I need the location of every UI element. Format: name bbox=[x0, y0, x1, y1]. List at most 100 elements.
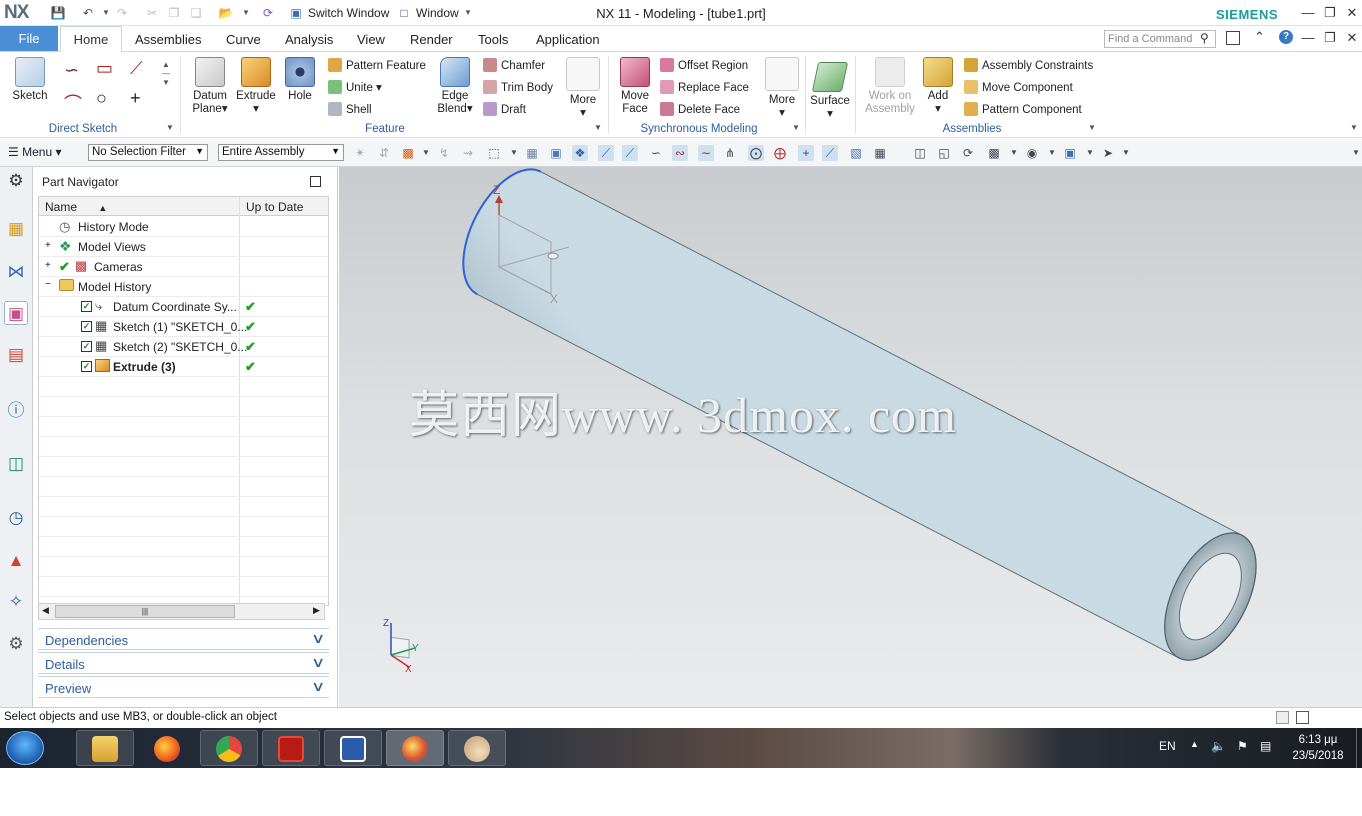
selection-scope-dropdown[interactable]: Entire Assembly ▼ bbox=[218, 144, 344, 161]
tree-row-model-history[interactable]: − Model History bbox=[39, 277, 328, 297]
draft-button[interactable]: Draft bbox=[483, 102, 526, 116]
select-feature-icon[interactable]: ▦ bbox=[524, 145, 540, 161]
restore-icon[interactable]: ❐ bbox=[1320, 4, 1340, 22]
snap-grid-icon[interactable]: ▦ bbox=[872, 145, 888, 161]
system-scenes-icon[interactable]: ⚙ bbox=[4, 632, 28, 656]
scrollbar-thumb[interactable]: ||| bbox=[55, 605, 235, 618]
tree-row-model-views[interactable]: + ❖ Model Views bbox=[39, 237, 328, 257]
flag-icon[interactable]: ⚑ bbox=[1237, 739, 1248, 753]
tab-tools[interactable]: Tools bbox=[478, 32, 508, 47]
collapse-icon[interactable]: − bbox=[45, 279, 51, 290]
work-on-assembly-button[interactable]: Work on Assembly bbox=[862, 57, 918, 116]
trim-body-button[interactable]: Trim Body bbox=[483, 80, 553, 94]
search-icon[interactable]: ⚲ bbox=[1200, 31, 1209, 45]
column-header-uptodate[interactable]: Up to Date bbox=[240, 197, 328, 216]
bounded-grid-icon[interactable]: ▧ bbox=[848, 145, 864, 161]
taskbar-explorer[interactable] bbox=[76, 730, 134, 766]
point-icon[interactable]: + bbox=[130, 88, 141, 109]
taskbar-acrobat[interactable] bbox=[262, 730, 320, 766]
curve-rule-icon[interactable]: ↯ bbox=[436, 145, 452, 161]
close-icon[interactable]: ✕ bbox=[1342, 4, 1362, 22]
point-on-face-icon[interactable]: ⨁ bbox=[772, 145, 788, 161]
tab-application[interactable]: Application bbox=[536, 32, 600, 47]
graphics-window[interactable]: Z X Z X Y 莫西网www. 3dmox. com bbox=[339, 167, 1362, 707]
edge-blend-button[interactable]: Edge Blend▾ bbox=[432, 57, 478, 116]
orient-view-icon[interactable]: ▩ bbox=[986, 145, 1002, 161]
preview-panel[interactable]: Preview ∨ bbox=[38, 676, 329, 698]
chamfer-button[interactable]: Chamfer bbox=[483, 58, 545, 72]
move-component-button[interactable]: Move Component bbox=[964, 80, 1073, 94]
tab-analysis[interactable]: Analysis bbox=[285, 32, 333, 47]
selection-filter-dropdown[interactable]: No Selection Filter ▼ bbox=[88, 144, 208, 161]
gear-icon[interactable]: ⚙ bbox=[4, 169, 28, 193]
ribbon-options-dropdown-icon[interactable]: ▼ bbox=[1350, 123, 1358, 132]
scroll-right-icon[interactable]: ▶ bbox=[313, 605, 320, 616]
sketch-gallery-scroll-icon[interactable]: ▲ — ▼ bbox=[162, 60, 170, 87]
arc-icon[interactable]: ⌒ bbox=[64, 90, 82, 116]
line-icon[interactable]: ⟋ bbox=[130, 58, 143, 79]
visibility-checkbox[interactable]: ✓ bbox=[81, 341, 92, 352]
history-palette-icon[interactable]: ◫ bbox=[4, 452, 28, 476]
status-selection-icon[interactable] bbox=[1276, 711, 1289, 724]
end-point-icon[interactable]: ⟋ bbox=[598, 145, 614, 161]
sync-group-dropdown-icon[interactable]: ▼ bbox=[792, 123, 800, 132]
process-studio-icon[interactable]: ▲ bbox=[4, 549, 28, 573]
tree-row-sketch-2[interactable]: ✓ ▦ Sketch (2) "SKETCH_0... ✔ bbox=[39, 337, 328, 357]
visibility-checkbox[interactable]: ✓ bbox=[81, 301, 92, 312]
roles-icon[interactable]: ✧ bbox=[4, 590, 28, 614]
delete-face-button[interactable]: Delete Face bbox=[660, 102, 740, 116]
rectangle-icon[interactable]: ▭ bbox=[96, 58, 113, 79]
select-body-icon[interactable]: ▣ bbox=[548, 145, 564, 161]
horizontal-scrollbar[interactable]: ◀ ||| ▶ bbox=[38, 603, 325, 620]
assembly-navigator-icon[interactable]: ▦ bbox=[4, 217, 28, 241]
help-icon[interactable]: ? bbox=[1279, 30, 1293, 44]
tab-file[interactable]: File bbox=[0, 26, 58, 51]
zoom-icon[interactable]: ◱ bbox=[936, 145, 952, 161]
visibility-checkbox[interactable]: ✓ bbox=[81, 321, 92, 332]
offset-region-button[interactable]: Offset Region bbox=[660, 58, 748, 72]
rectangle-select-dropdown-icon[interactable]: ▼ bbox=[506, 145, 522, 161]
assembly-constraints-button[interactable]: Assembly Constraints bbox=[964, 58, 1093, 72]
type-filter-dropdown-icon[interactable]: ▼ bbox=[418, 145, 434, 161]
circle-icon[interactable]: ○ bbox=[96, 88, 107, 109]
pattern-feature-button[interactable]: Pattern Feature bbox=[328, 58, 426, 72]
taskbar-chrome[interactable] bbox=[200, 730, 258, 766]
rectangle-select-icon[interactable]: ⬚ bbox=[486, 145, 502, 161]
replace-face-button[interactable]: Replace Face bbox=[660, 80, 749, 94]
render-style-dropdown-icon[interactable]: ▼ bbox=[1044, 145, 1060, 161]
unite-button[interactable]: Unite ▾ bbox=[328, 80, 382, 94]
sketch-button[interactable]: Sketch bbox=[6, 57, 54, 103]
profile-icon[interactable]: ∽ bbox=[64, 60, 79, 81]
tree-row-cameras[interactable]: + ✔ ▩ Cameras bbox=[39, 257, 328, 277]
doc-minimize-icon[interactable]: — bbox=[1298, 29, 1318, 47]
status-fullscreen-icon[interactable] bbox=[1296, 711, 1309, 724]
taskbar-clock[interactable]: 6:13 μμ 23/5/2018 bbox=[1283, 732, 1353, 764]
intersection-point-icon[interactable]: ∾ bbox=[672, 145, 688, 161]
feature-group-dropdown-icon[interactable]: ▼ bbox=[594, 123, 602, 132]
existing-point-icon[interactable]: + bbox=[798, 145, 814, 161]
menu-button[interactable]: ☰ Menu ▾ bbox=[8, 145, 61, 159]
taskbar-nx[interactable] bbox=[386, 730, 444, 766]
taskbar-firefox[interactable] bbox=[138, 730, 196, 766]
assemblies-group-dropdown-icon[interactable]: ▼ bbox=[1088, 123, 1096, 132]
expand-icon[interactable]: + bbox=[45, 260, 51, 271]
show-desktop-button[interactable] bbox=[1356, 728, 1362, 768]
point-constructor-icon[interactable]: ⟋ bbox=[822, 145, 838, 161]
add-component-button[interactable]: Add ▾ bbox=[920, 57, 956, 116]
visibility-checkbox[interactable]: ✓ bbox=[81, 361, 92, 372]
move-face-button[interactable]: Move Face bbox=[614, 57, 656, 116]
mid-point-icon[interactable]: ⟋ bbox=[622, 145, 638, 161]
toolbar-options-dropdown-icon[interactable]: ▼ bbox=[1348, 145, 1362, 161]
render-style-icon[interactable]: ◉ bbox=[1024, 145, 1040, 161]
details-panel[interactable]: Details ∨ bbox=[38, 652, 329, 674]
fit-view-icon[interactable]: ◫ bbox=[912, 145, 928, 161]
datum-plane-button[interactable]: Datum Plane▾ bbox=[188, 57, 232, 116]
tree-row-history-mode[interactable]: ◷ History Mode bbox=[39, 217, 328, 237]
tab-assemblies[interactable]: Assemblies bbox=[135, 32, 201, 47]
column-header-name[interactable]: Name ▲ bbox=[39, 197, 239, 216]
selection-priority-icon[interactable]: ⇵ bbox=[376, 145, 392, 161]
tray-expand-icon[interactable]: ▲ bbox=[1190, 739, 1199, 749]
orient-view-dropdown-icon[interactable]: ▼ bbox=[1006, 145, 1022, 161]
history-icon[interactable]: ◷ bbox=[4, 506, 28, 530]
scroll-left-icon[interactable]: ◀ bbox=[42, 605, 49, 616]
